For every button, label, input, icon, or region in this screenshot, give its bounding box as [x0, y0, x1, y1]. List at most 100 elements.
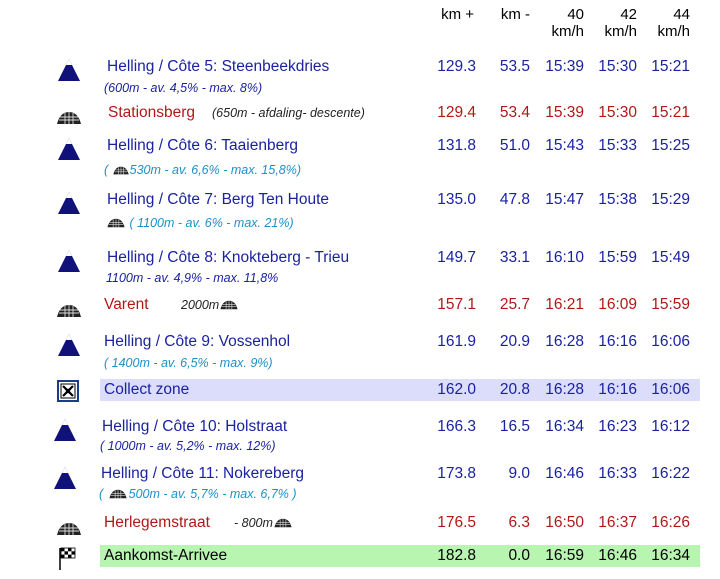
cobblestones-icon [57, 523, 81, 535]
header-speed-44-value: 44 [673, 6, 690, 23]
km-minus: 51.0 [499, 137, 530, 154]
km-minus: 9.0 [508, 465, 530, 482]
time-44: 15:49 [651, 249, 690, 266]
km-minus: 20.8 [499, 381, 530, 398]
row-detail-text: - 800m [234, 516, 273, 530]
time-40: 16:50 [545, 514, 584, 531]
row-name: Collect zone [104, 381, 190, 398]
km-minus: 16.5 [499, 418, 530, 435]
header-speed-40-unit: km/h [551, 23, 584, 40]
km-plus: 166.3 [437, 418, 476, 435]
row-detail: (600m - av. 4,5% - max. 8%) [104, 81, 263, 95]
header-km-minus: km - [500, 6, 530, 23]
time-42: 15:30 [598, 58, 637, 75]
km-minus: 53.4 [499, 104, 530, 121]
time-40: 15:39 [545, 58, 584, 75]
finish-flag-icon [59, 547, 76, 570]
time-44: 15:21 [651, 58, 690, 75]
row-detail-open: ( [99, 487, 104, 501]
time-44: 15:29 [651, 191, 690, 208]
row-detail: ( 1100m - av. 6% - max. 21%) [106, 216, 294, 230]
row-name: Helling / Côte 6: Taaienberg [107, 137, 299, 154]
km-minus: 47.8 [499, 191, 530, 208]
row-detail: ( 1400m - av. 6,5% - max. 9%) [104, 356, 273, 370]
row-name: Helling / Côte 9: Vossenhol [104, 333, 291, 350]
header-speed-44-unit: km/h [657, 23, 690, 40]
row-name: Helling / Côte 8: Knokteberg - Trieu [107, 249, 350, 266]
row-detail: - 800m [234, 516, 293, 530]
time-44: 16:06 [651, 333, 690, 350]
time-42: 15:33 [598, 137, 637, 154]
row-detail-open: ( [104, 163, 109, 177]
km-minus: 33.1 [499, 249, 530, 266]
row-name: Helling / Côte 10: Holstraat [102, 418, 288, 435]
row-detail-text: ( 1100m - av. 6% - max. 21%) [129, 216, 294, 230]
time-40: 16:21 [545, 296, 584, 313]
time-42: 16:23 [598, 418, 637, 435]
row-detail-text: 2000m [181, 298, 220, 312]
time-42: 16:33 [598, 465, 637, 482]
cobblestones-icon [109, 489, 127, 499]
km-plus: 131.8 [437, 137, 476, 154]
time-42: 15:30 [598, 104, 637, 121]
header-speed-42: 42 km/h [587, 6, 637, 40]
cobblestones-icon [274, 518, 292, 528]
cobblestones-icon [220, 300, 238, 310]
time-40: 16:28 [545, 381, 584, 398]
km-minus: 20.9 [499, 333, 530, 350]
row-detail: (650m - afdaling- descente) [212, 106, 365, 120]
time-44: 15:21 [651, 104, 690, 121]
km-minus: 0.0 [508, 547, 530, 564]
time-40: 16:46 [545, 465, 584, 482]
time-44: 16:12 [651, 418, 690, 435]
mountain-icon [58, 59, 80, 81]
header-speed-42-unit: km/h [604, 23, 637, 40]
time-44: 15:25 [651, 137, 690, 154]
row-detail: ( 530m - av. 6,6% - max. 15,8%) [104, 163, 301, 177]
time-40: 15:39 [545, 104, 584, 121]
time-40: 16:34 [545, 418, 584, 435]
time-44: 16:22 [651, 465, 690, 482]
mountain-icon [54, 419, 76, 441]
km-minus: 53.5 [499, 58, 530, 75]
km-plus: 162.0 [437, 381, 476, 398]
row-detail-text: 500m - av. 5,7% - max. 6,7% ) [128, 487, 297, 501]
time-40: 16:10 [545, 249, 584, 266]
mountain-icon [54, 467, 76, 489]
mountain-icon [58, 192, 80, 214]
cobblestones-icon [57, 112, 81, 124]
time-44: 16:26 [651, 514, 690, 531]
km-plus: 129.4 [437, 104, 476, 121]
row-name: Helling / Côte 11: Nokereberg [101, 465, 305, 482]
time-42: 16:46 [598, 547, 637, 564]
row-name: Aankomst-Arrivee [104, 547, 228, 564]
time-40: 16:28 [545, 333, 584, 350]
row-detail-text: 530m - av. 6,6% - max. 15,8%) [129, 163, 302, 177]
time-42: 16:16 [598, 381, 637, 398]
time-42: 15:38 [598, 191, 637, 208]
row-name: Herlegemstraat [104, 514, 210, 531]
row-detail: ( 500m - av. 5,7% - max. 6,7% ) [99, 487, 297, 501]
mountain-icon [58, 250, 80, 272]
time-42: 15:59 [598, 249, 637, 266]
header-km-plus: km + [441, 6, 474, 23]
feed-zone-icon [57, 380, 79, 402]
km-plus: 157.1 [437, 296, 476, 313]
header-speed-42-value: 42 [620, 6, 637, 23]
time-42: 16:16 [598, 333, 637, 350]
cobblestones-icon [57, 305, 81, 317]
time-40: 16:59 [545, 547, 584, 564]
km-plus: 176.5 [437, 514, 476, 531]
mountain-icon [58, 138, 80, 160]
header-speed-40-value: 40 [567, 6, 584, 23]
cobblestones-icon [107, 218, 125, 228]
time-44: 16:06 [651, 381, 690, 398]
km-plus: 129.3 [437, 58, 476, 75]
time-40: 15:47 [545, 191, 584, 208]
km-plus: 182.8 [437, 547, 476, 564]
row-name: Stationsberg [108, 104, 196, 121]
km-plus: 173.8 [437, 465, 476, 482]
time-42: 16:09 [598, 296, 637, 313]
time-40: 15:43 [545, 137, 584, 154]
km-plus: 161.9 [437, 333, 476, 350]
